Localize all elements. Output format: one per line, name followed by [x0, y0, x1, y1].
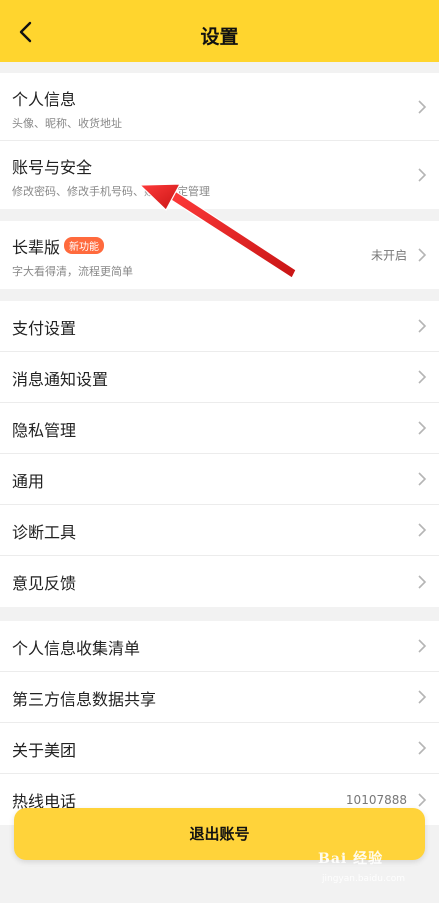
- item-label: 支付设置: [12, 319, 77, 338]
- settings-item-feedback[interactable]: 意见反馈: [0, 556, 439, 607]
- chevron-right-icon: [418, 639, 427, 653]
- settings-item-diagnostics[interactable]: 诊断工具: [0, 505, 439, 556]
- item-label-text: 长辈版: [12, 238, 61, 257]
- settings-item-privacy[interactable]: 隐私管理: [0, 403, 439, 454]
- item-label: 诊断工具: [12, 523, 77, 542]
- chevron-right-icon: [418, 690, 427, 704]
- chevron-right-icon: [418, 248, 427, 262]
- item-value: 未开启: [370, 248, 407, 263]
- elder-mode-group: 长辈版 新功能 字大看得清，流程更简单 未开启: [0, 221, 439, 289]
- item-subtitle: 修改密码、修改手机号码、账号绑定管理: [12, 185, 210, 198]
- settings-item-notifications[interactable]: 消息通知设置: [0, 352, 439, 403]
- chevron-right-icon: [418, 741, 427, 755]
- settings-item-elder-mode[interactable]: 长辈版 新功能 字大看得清，流程更简单 未开启: [0, 221, 439, 289]
- watermark-logo: Bai 经验: [318, 851, 384, 867]
- chevron-right-icon: [418, 792, 427, 807]
- settings-item-personal-info[interactable]: 个人信息 头像、昵称、收货地址: [0, 73, 439, 141]
- item-label: 意见反馈: [12, 574, 77, 593]
- settings-item-account-security[interactable]: 账号与安全 修改密码、修改手机号码、账号绑定管理: [0, 141, 439, 209]
- account-group: 个人信息 头像、昵称、收货地址 账号与安全 修改密码、修改手机号码、账号绑定管理: [0, 73, 439, 209]
- hotline-number: 10107888: [345, 792, 407, 807]
- item-label: 账号与安全: [12, 158, 93, 177]
- item-label: 隐私管理: [12, 421, 77, 440]
- item-label: 关于美团: [12, 741, 77, 760]
- settings-item-info-collection-list[interactable]: 个人信息收集清单: [0, 621, 439, 672]
- item-subtitle: 头像、昵称、收货地址: [12, 117, 122, 130]
- chevron-right-icon: [418, 370, 427, 384]
- chevron-right-icon: [418, 319, 427, 333]
- item-label: 个人信息收集清单: [12, 639, 141, 658]
- settings-item-third-party-sharing[interactable]: 第三方信息数据共享: [0, 672, 439, 723]
- about-group: 个人信息收集清单 第三方信息数据共享 关于美团 热线电话 10107888: [0, 621, 439, 825]
- chevron-right-icon: [418, 523, 427, 537]
- chevron-right-icon: [418, 168, 427, 182]
- item-label: 长辈版 新功能: [12, 234, 105, 258]
- item-subtitle: 字大看得清，流程更简单: [12, 265, 133, 278]
- new-feature-badge: 新功能: [64, 237, 105, 254]
- page-title: 设置: [200, 26, 239, 48]
- general-settings-group: 支付设置 消息通知设置 隐私管理 通用 诊断工具 意见反馈: [0, 301, 439, 607]
- item-label: 消息通知设置: [12, 370, 109, 389]
- item-label: 通用: [12, 472, 45, 491]
- chevron-right-icon: [418, 99, 427, 114]
- item-label: 第三方信息数据共享: [12, 690, 157, 709]
- settings-item-payment[interactable]: 支付设置: [0, 301, 439, 352]
- chevron-right-icon: [418, 421, 427, 435]
- chevron-right-icon: [418, 472, 427, 486]
- watermark-url: jingyan.baidu.com: [322, 874, 406, 884]
- settings-item-about[interactable]: 关于美团: [0, 723, 439, 774]
- chevron-right-icon: [418, 574, 427, 589]
- settings-item-general[interactable]: 通用: [0, 454, 439, 505]
- header-bar: 设置: [0, 0, 439, 62]
- item-label: 个人信息: [12, 90, 77, 109]
